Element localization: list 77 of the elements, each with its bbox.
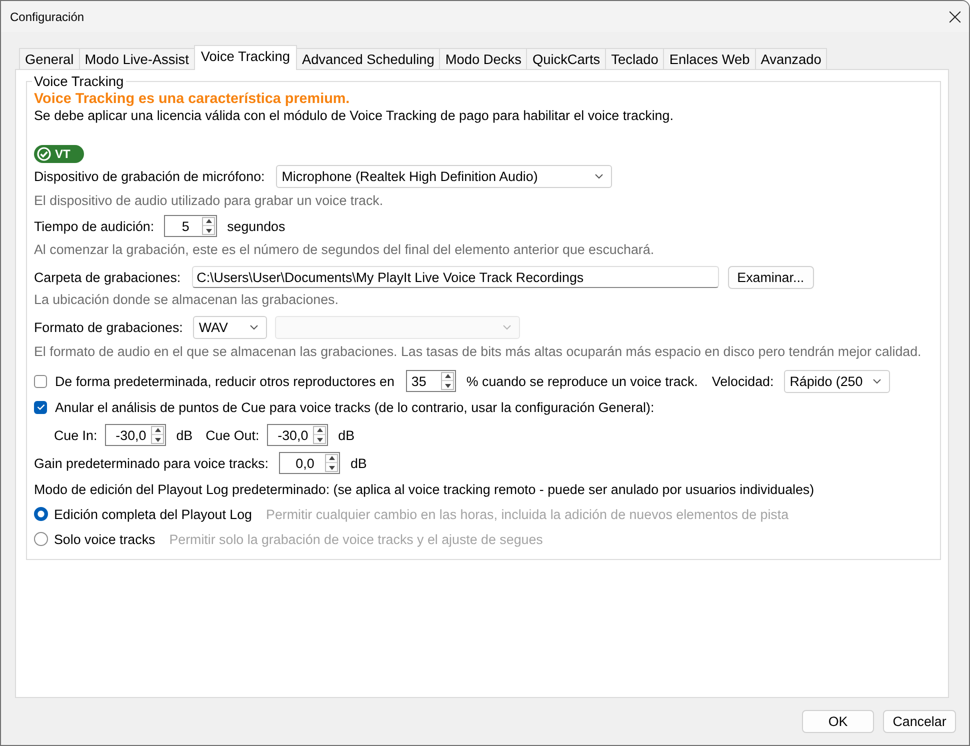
unit-label: dB bbox=[350, 456, 367, 470]
license-text: Se debe aplicar una licencia válida con el módulo de Voice Tracking de pago para habilitar el voice tracking. bbox=[34, 108, 674, 122]
chevron-down-icon bbox=[250, 325, 258, 330]
field-label: Cue Out: bbox=[206, 428, 260, 442]
spin-buttons[interactable] bbox=[151, 426, 164, 444]
close-button[interactable] bbox=[948, 10, 962, 24]
group-title: Voice Tracking bbox=[33, 74, 125, 89]
field-label: Tiempo de audición: bbox=[34, 218, 154, 234]
spin-buttons[interactable] bbox=[202, 217, 216, 235]
tab[interactable]: Enlaces Web bbox=[663, 48, 756, 69]
unit-label: % cuando se reproduce un voice track. bbox=[466, 374, 698, 388]
help-text: La ubicación donde se almacenan las grabaciones. bbox=[34, 292, 338, 306]
unit-label: dB bbox=[338, 428, 355, 442]
field-label: Cue In: bbox=[54, 428, 98, 442]
down-triangle-icon bbox=[206, 228, 212, 233]
field-label: Gain predeterminado para voice tracks: bbox=[34, 456, 268, 470]
checkmark-icon bbox=[36, 404, 44, 410]
spin-buttons[interactable] bbox=[325, 454, 338, 472]
number-spinner[interactable]: 0,0 bbox=[279, 452, 340, 474]
down-triangle-icon bbox=[444, 384, 451, 388]
cancel-button[interactable]: Cancelar bbox=[883, 710, 956, 733]
tab[interactable]: General bbox=[19, 48, 80, 69]
dropdown[interactable]: Microphone (Realtek High Definition Audio) bbox=[276, 165, 612, 188]
unit-label: dB bbox=[176, 428, 193, 442]
number-spinner[interactable]: -30,0 bbox=[267, 424, 328, 446]
unit-label: segundos bbox=[227, 218, 286, 234]
field-label: Dispositivo de grabación de micrófono: bbox=[34, 169, 265, 184]
field-label: Formato de grabaciones: bbox=[34, 320, 183, 335]
browse-button[interactable]: Examinar... bbox=[728, 266, 814, 288]
option-description: Permitir cualquier cambio en las horas, incluida la adición de nuevos elementos de pista bbox=[266, 506, 789, 522]
checkbox[interactable] bbox=[34, 400, 47, 414]
tab[interactable]: Modo Decks bbox=[439, 48, 528, 69]
option-description: Permitir solo la grabación de voice tracks y el ajuste de segues bbox=[169, 532, 543, 546]
section-label: Modo de edición del Playout Log predeterminado: (se aplica al voice tracking remoto - puede ser anulado por usuarios individuales) bbox=[34, 482, 814, 496]
badge-label: VT bbox=[55, 147, 70, 161]
tab[interactable]: Avanzado bbox=[754, 48, 828, 69]
window-title: Configuración bbox=[10, 10, 84, 24]
path-field[interactable]: C:\Users\User\Documents\My PlayIt Live Voice Track Recordings bbox=[192, 266, 719, 288]
premium-notice: Voice Tracking es una característica premium. bbox=[34, 91, 350, 107]
check-circle-icon bbox=[37, 147, 51, 161]
tab[interactable]: Advanced Scheduling bbox=[296, 48, 440, 69]
close-icon bbox=[949, 10, 961, 22]
checkbox-label: De forma predeterminada, reducir otros reproductores en bbox=[55, 374, 394, 388]
radio-label: Edición completa del Playout Log bbox=[54, 506, 252, 522]
down-triangle-icon bbox=[316, 438, 323, 442]
radio-label: Solo voice tracks bbox=[54, 532, 156, 546]
chevron-down-icon bbox=[502, 325, 511, 330]
number-spinner[interactable]: 5 bbox=[164, 215, 218, 237]
number-spinner[interactable]: -30,0 bbox=[105, 424, 166, 446]
field-label: Carpeta de grabaciones: bbox=[34, 270, 181, 284]
checkbox-label: Anular el análisis de puntos de Cue para voice tracks (de lo contrario, usar la configuración General): bbox=[55, 400, 654, 414]
field-label: Velocidad: bbox=[712, 374, 774, 388]
down-triangle-icon bbox=[154, 438, 161, 442]
tab[interactable]: QuickCarts bbox=[526, 48, 606, 69]
up-triangle-icon bbox=[444, 374, 451, 378]
dropdown[interactable]: WAV bbox=[192, 316, 267, 339]
up-triangle-icon bbox=[206, 219, 212, 224]
tab[interactable]: Teclado bbox=[605, 48, 664, 69]
up-triangle-icon bbox=[316, 428, 323, 432]
help-text: El dispositivo de audio utilizado para grabar un voice track. bbox=[34, 192, 384, 208]
chevron-down-icon bbox=[872, 378, 881, 384]
spin-buttons[interactable] bbox=[313, 426, 326, 444]
help-text: Al comenzar la grabación, este es el número de segundos del final del elemento anterior que escuchará. bbox=[34, 242, 654, 256]
tab[interactable]: Voice Tracking bbox=[194, 45, 297, 70]
checkbox[interactable] bbox=[34, 374, 47, 388]
dropdown[interactable]: Rápido (250 bbox=[784, 370, 890, 392]
down-triangle-icon bbox=[328, 466, 335, 470]
up-triangle-icon bbox=[154, 428, 161, 432]
tab[interactable]: Modo Live-Assist bbox=[78, 48, 195, 69]
spin-buttons[interactable] bbox=[441, 372, 454, 390]
radio-button[interactable] bbox=[34, 532, 48, 546]
help-text: El formato de audio en el que se almacenan las grabaciones. Las tasas de bits más altas ocuparán más espacio en disco pero tendrán mejor calidad. bbox=[34, 344, 922, 358]
ok-button[interactable]: OK bbox=[802, 710, 874, 733]
up-triangle-icon bbox=[328, 456, 335, 460]
chevron-down-icon bbox=[594, 174, 603, 179]
radio-button[interactable] bbox=[34, 507, 48, 521]
number-spinner[interactable]: 35 bbox=[406, 370, 456, 392]
